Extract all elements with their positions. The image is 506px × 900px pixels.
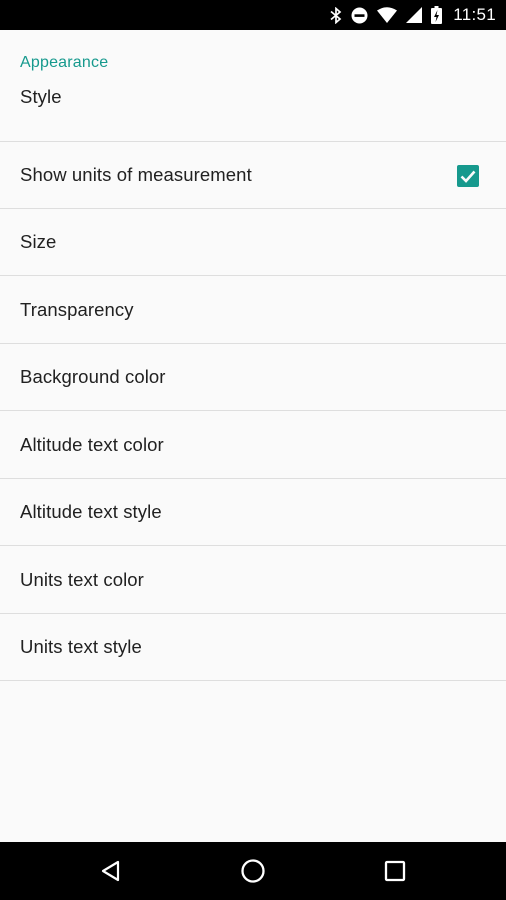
pref-style[interactable]: Style <box>0 75 506 142</box>
pref-altitude-text-color[interactable]: Altitude text color <box>0 412 506 479</box>
pref-units-text-style[interactable]: Units text style <box>0 614 506 681</box>
home-button[interactable] <box>213 842 293 900</box>
recents-icon <box>384 860 406 882</box>
back-button[interactable] <box>71 842 151 900</box>
pref-label: Style <box>20 86 62 107</box>
pref-label: Transparency <box>20 299 134 320</box>
pref-label: Background color <box>20 366 166 387</box>
recents-button[interactable] <box>355 842 435 900</box>
do-not-disturb-icon <box>351 7 368 24</box>
pref-transparency[interactable]: Transparency <box>0 277 506 344</box>
status-time: 11:51 <box>453 5 496 24</box>
show-units-checkbox[interactable] <box>457 165 479 187</box>
battery-icon <box>431 6 443 24</box>
cell-signal-icon <box>406 7 423 23</box>
pref-altitude-text-style[interactable]: Altitude text style <box>0 479 506 546</box>
pref-units-text-color[interactable]: Units text color <box>0 547 506 614</box>
home-icon <box>241 859 265 883</box>
pref-label: Altitude text color <box>20 434 164 455</box>
pref-size[interactable]: Size <box>0 209 506 276</box>
back-icon <box>101 860 120 882</box>
pref-label: Units text color <box>20 569 144 590</box>
status-bar: 11:51 <box>0 0 506 30</box>
navigation-bar <box>0 842 506 900</box>
pref-label: Units text style <box>20 636 142 657</box>
settings-list: Appearance Style Show units of measureme… <box>0 30 506 842</box>
wifi-icon <box>377 7 398 23</box>
check-icon <box>460 170 476 183</box>
category-title-appearance: Appearance <box>20 54 109 71</box>
pref-label: Size <box>20 231 57 252</box>
pref-background-color[interactable]: Background color <box>0 344 506 411</box>
pref-label: Altitude text style <box>20 501 162 522</box>
pref-show-units[interactable]: Show units of measurement <box>0 142 506 209</box>
pref-label: Show units of measurement <box>20 164 252 185</box>
bluetooth-icon <box>330 6 342 24</box>
